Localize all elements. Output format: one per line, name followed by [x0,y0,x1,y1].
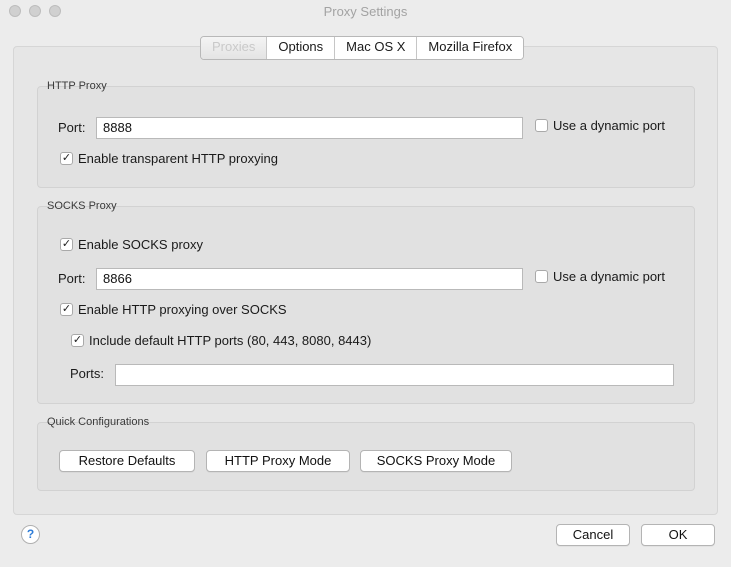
tab-mac-os-x[interactable]: Mac OS X [335,37,418,59]
quick-config-group-title: Quick Configurations [47,416,150,428]
http-proxy-group-title: HTTP Proxy [47,80,107,92]
restore-defaults-button[interactable]: Restore Defaults [59,450,195,472]
tab-mozilla-firefox[interactable]: Mozilla Firefox [417,37,524,59]
http-dynamic-port-checkbox[interactable] [535,119,548,132]
socks-proxy-group-title: SOCKS Proxy [47,200,117,212]
ports-label: Ports: [70,366,104,381]
enable-socks-checkbox[interactable]: ✓ [60,238,73,251]
http-dynamic-port-label: Use a dynamic port [553,118,665,133]
default-ports-checkbox[interactable]: ✓ [71,334,84,347]
window-title: Proxy Settings [323,4,408,19]
http-port-label: Port: [58,120,86,135]
transparent-proxying-checkbox[interactable]: ✓ [60,152,73,165]
tab-proxies[interactable]: Proxies [201,37,268,59]
socks-port-input[interactable]: 8866 [96,268,523,290]
http-port-input[interactable]: 8888 [96,117,523,139]
socks-dynamic-port-label: Use a dynamic port [553,269,665,284]
ok-button[interactable]: OK [641,524,715,546]
default-ports-label: Include default HTTP ports (80, 443, 808… [89,333,372,348]
cancel-button[interactable]: Cancel [556,524,630,546]
http-over-socks-label: Enable HTTP proxying over SOCKS [78,302,287,317]
http-proxy-mode-button[interactable]: HTTP Proxy Mode [206,450,350,472]
http-over-socks-checkbox[interactable]: ✓ [60,303,73,316]
ports-input[interactable] [115,364,674,386]
tab-bar: Proxies Options Mac OS X Mozilla Firefox [200,36,525,60]
socks-proxy-mode-button[interactable]: SOCKS Proxy Mode [360,450,512,472]
enable-socks-label: Enable SOCKS proxy [78,237,204,252]
title-bar: Proxy Settings [0,0,731,24]
socks-dynamic-port-checkbox[interactable] [535,270,548,283]
help-icon[interactable]: ? [21,525,40,544]
socks-port-label: Port: [58,271,86,286]
transparent-proxying-label: Enable transparent HTTP proxying [78,151,278,166]
tab-options[interactable]: Options [267,37,336,59]
